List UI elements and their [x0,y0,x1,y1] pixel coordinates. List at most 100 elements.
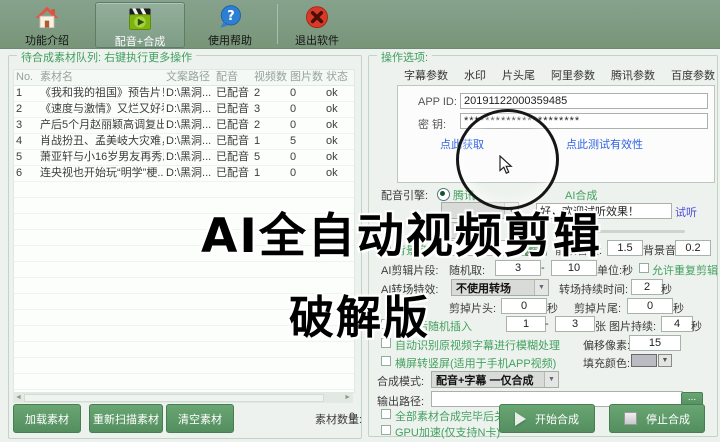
column-header: 状态 [324,70,352,85]
table-cell: 《速度与激情》又烂又好看... [38,102,164,117]
persist-input[interactable] [661,316,693,332]
table-cell [14,214,38,229]
table-cell: 已配音 [214,150,252,165]
table-row[interactable]: 5萧亚轩与小16岁男友再秀恩...D:\黑洞...已配音50ok [14,150,354,166]
bg-volume-input[interactable] [675,240,711,256]
rescan-material-button[interactable]: 重新扫描素材 [89,404,163,433]
tab-3[interactable]: 片头尾 [495,63,542,86]
shutdown-checkbox[interactable] [381,409,391,419]
table-cell [38,278,164,293]
insert-max-input[interactable] [555,316,595,332]
gpu-checkbox[interactable] [381,425,391,435]
table-cell [14,262,38,277]
table-row[interactable]: 6连央视也开始玩“明学”梗...D:\黑洞...已配音10ok [14,166,354,182]
toolbar-item-label: 使用帮助 [196,32,264,48]
table-cell [324,182,352,197]
table-cell: 1 [252,134,288,149]
table-cell: 连央视也开始玩“明学”梗... [38,166,164,181]
chevron-down-icon: ▼ [544,372,558,387]
table-cell [14,310,38,325]
toolbar-item-help[interactable]: ? 使用帮助 [196,2,264,46]
table-cell [252,294,288,309]
start-synthesis-button[interactable]: 开始合成 [499,404,595,433]
tab-6[interactable]: 百度参数 [664,63,720,86]
table-cell [214,374,252,389]
table-cell [164,294,214,309]
table-cell: 4 [14,134,38,149]
insert-min-input[interactable] [506,316,546,332]
offset-label: 偏移像素: [583,337,630,353]
table-cell [252,326,288,341]
fill-color-label: 填充颜色: [583,355,630,371]
table-horizontal-scrollbar[interactable]: ◄ ► [13,393,353,403]
stop-synthesis-button[interactable]: 停止合成 [609,404,705,433]
load-material-button[interactable]: 加载素材 [13,404,81,433]
table-cell [14,326,38,341]
table-cell [324,374,352,389]
transition-select[interactable]: 不使用转场 ▼ [451,279,549,296]
options-tabbar: 字幕参数水印片头尾阿里参数腾讯参数百度参数翻译API [397,63,720,86]
exit-icon [303,4,331,32]
table-row[interactable]: 4肖战扮丑、孟美岐大灾难，...D:\黑洞...已配音15ok [14,134,354,150]
offset-input[interactable] [629,335,681,351]
table-cell [38,198,164,213]
mode-select-value: 配音+字幕 一仅合成 [436,372,533,388]
clear-material-button[interactable]: 清空素材 [166,404,234,433]
table-cell: 0 [288,166,324,181]
trim-head-input[interactable] [501,298,547,314]
table-cell [288,358,324,373]
table-cell [288,182,324,197]
table-cell [164,326,214,341]
table-row[interactable] [14,182,354,198]
table-cell: 已配音 [214,134,252,149]
scrollbar-thumb[interactable] [24,394,324,402]
app-window: { "colors": { "accent_green": "#5f9a68",… [0,0,720,442]
mouse-cursor-icon [499,155,513,178]
toolbar-item-intro[interactable]: 功能介绍 [14,2,80,46]
table-cell: ok [324,102,352,117]
tab-1[interactable]: 字幕参数 [397,63,455,86]
tab-5[interactable]: 腾讯参数 [604,63,662,86]
table-cell: 已配音 [214,166,252,181]
mode-select[interactable]: 配音+字幕 一仅合成 ▼ [431,371,559,388]
trim-tail-input[interactable] [627,298,673,314]
transition-unit-label: 秒 [661,281,672,297]
fg-volume-input[interactable] [607,240,643,256]
table-row[interactable]: 1《我和我的祖国》预告片！...D:\黑洞...已配音20ok [14,86,354,102]
scroll-right-icon[interactable]: ► [344,393,351,403]
toolbar-item-synthesize[interactable]: 配音+合成 [95,2,185,48]
column-header: 文案路径 [164,70,214,85]
tab-4[interactable]: 阿里参数 [544,63,602,86]
tab-2[interactable]: 水印 [457,63,493,86]
table-cell: D:\黑洞... [164,118,214,133]
table-row[interactable] [14,374,354,390]
fill-color-dropdown-icon[interactable]: ▼ [658,354,672,367]
app-id-input[interactable] [460,93,708,109]
scroll-left-icon[interactable]: ◄ [15,393,22,403]
table-cell [164,310,214,325]
table-cell [14,294,38,309]
listen-link[interactable]: 试听 [675,204,697,220]
table-cell [38,230,164,245]
table-cell [252,342,288,357]
trim-head-unit: 秒 [547,300,558,316]
table-cell: ok [324,134,352,149]
allow-repeat-checkbox[interactable] [639,263,649,273]
fill-color-swatch[interactable] [631,354,657,367]
table-cell: 已配音 [214,102,252,117]
help-icon: ? [216,4,244,32]
table-cell: 2 [252,118,288,133]
table-row[interactable]: 2《速度与激情》又烂又好看...D:\黑洞...已配音30ok [14,102,354,118]
table-cell: ok [324,86,352,101]
table-cell [14,342,38,357]
toolbar-item-exit[interactable]: 退出软件 [283,2,351,46]
table-cell: 3 [252,102,288,117]
test-validity-link[interactable]: 点此测试有效性 [566,136,643,152]
transition-duration-input[interactable] [631,279,663,295]
table-row[interactable]: 3产后5个月赵丽颖高调复出，...D:\黑洞...已配音20ok [14,118,354,134]
table-cell [14,374,38,389]
rotate-checkbox[interactable] [381,356,391,366]
table-cell: 已配音 [214,86,252,101]
table-row[interactable] [14,358,354,374]
table-cell [324,358,352,373]
